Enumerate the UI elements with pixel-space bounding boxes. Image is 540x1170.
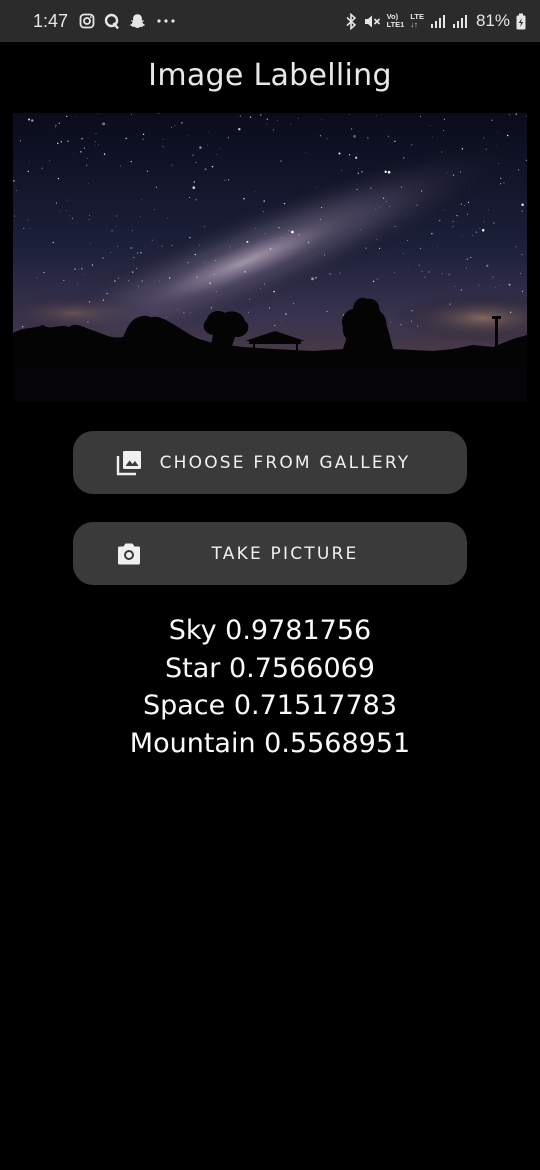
more-dots-icon [155, 13, 177, 29]
result-line-mountain: Mountain 0.5568951 [129, 727, 411, 759]
result-line-sky: Sky 0.9781756 [168, 615, 372, 646]
snapchat-icon [129, 13, 146, 30]
result-line-star: Star 0.7566069 [165, 652, 375, 684]
status-left: 1:47 [33, 11, 177, 32]
status-right: Vo) LTE1 LTE ↓↑ 81% [345, 11, 526, 31]
page-title: Image Labelling [148, 57, 392, 93]
volte-indicator: Vo) LTE1 [387, 13, 405, 29]
signal-icon [452, 13, 468, 29]
choose-from-gallery-button[interactable]: CHOOSE FROM GALLERY [73, 431, 467, 494]
battery-charging-icon [516, 13, 526, 30]
battery-percent: 81% [475, 11, 510, 30]
volte-bottom: LTE1 [386, 20, 405, 29]
result-line-space: Space 0.71517783 [142, 690, 398, 721]
lte-bottom: ↓↑ [410, 20, 418, 29]
signal-icon [430, 13, 446, 29]
choose-from-gallery-label: CHOOSE FROM GALLERY [159, 452, 411, 473]
status-time: 1:47 [33, 10, 69, 31]
q-app-icon [104, 13, 120, 30]
status-bar: 1:47 Vo) LTE1 LTE ↓↑ 81% [0, 0, 540, 42]
take-picture-button[interactable]: TAKE PICTURE [73, 522, 467, 585]
instagram-icon [79, 13, 95, 29]
lte-indicator: LTE ↓↑ [410, 13, 424, 29]
app-bar: Image Labelling [0, 42, 540, 108]
take-picture-label: TAKE PICTURE [211, 543, 359, 564]
camera-icon [115, 540, 143, 568]
label-results: Sky 0.9781756 Star 0.7566069 Space 0.715… [0, 612, 540, 762]
bluetooth-icon [345, 12, 357, 30]
preview-image [13, 113, 527, 401]
photo-library-icon [115, 449, 143, 477]
mute-icon [363, 13, 381, 30]
